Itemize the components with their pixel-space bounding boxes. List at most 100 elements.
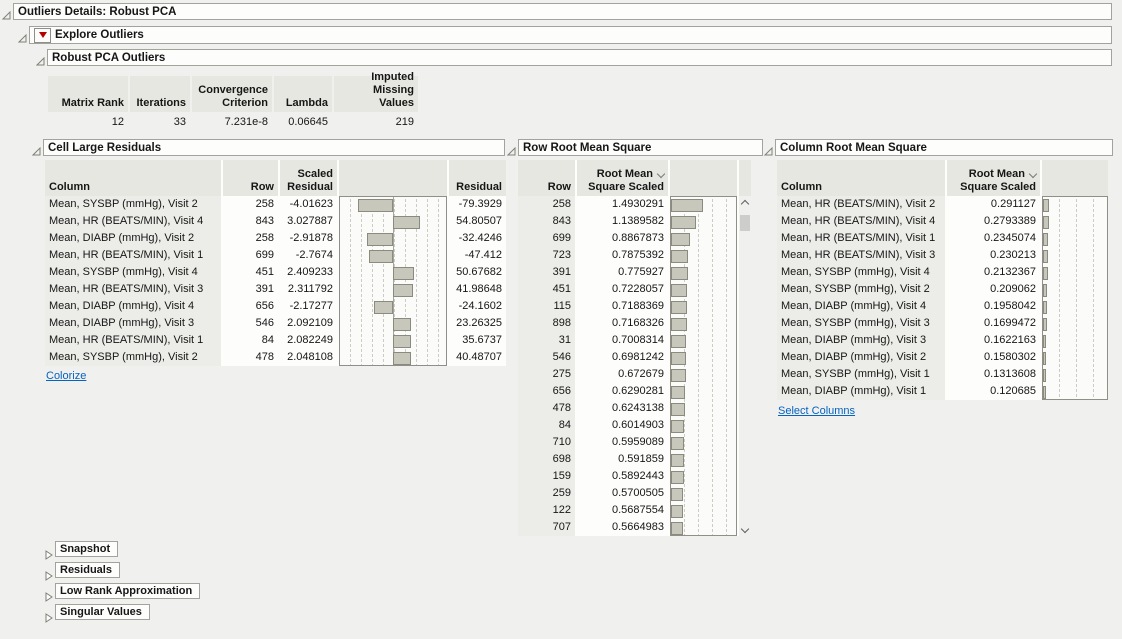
scrollbar-thumb[interactable] <box>740 215 750 231</box>
table-cell[interactable]: 0.7228057 <box>577 281 668 298</box>
rms-bar[interactable] <box>1043 233 1048 246</box>
table-cell[interactable]: 122 <box>518 502 575 519</box>
table-cell[interactable]: 275 <box>518 366 575 383</box>
rms-bar[interactable] <box>671 369 686 382</box>
table-cell[interactable]: Mean, SYSBP (mmHg), Visit 1 <box>777 366 945 383</box>
table-cell[interactable]: 699 <box>518 230 575 247</box>
residual-bar[interactable] <box>393 284 413 297</box>
table-cell[interactable]: Mean, DIABP (mmHg), Visit 3 <box>45 315 221 332</box>
rms-bar[interactable] <box>1043 301 1047 314</box>
rms-bar[interactable] <box>671 318 687 331</box>
table-cell[interactable]: 0.5700505 <box>577 485 668 502</box>
rms-bar[interactable] <box>671 454 684 467</box>
robust-pca-outliers-title-bar[interactable]: Robust PCA Outliers <box>47 49 1112 66</box>
vertical-scrollbar[interactable] <box>739 196 751 536</box>
disclosure-open-icon[interactable] <box>507 143 516 152</box>
table-cell[interactable]: -2.17277 <box>280 298 337 315</box>
table-cell[interactable]: 451 <box>223 264 278 281</box>
table-cell[interactable]: 0.230213 <box>947 247 1040 264</box>
table-cell[interactable]: Mean, HR (BEATS/MIN), Visit 1 <box>45 247 221 264</box>
rms-bar[interactable] <box>671 335 686 348</box>
rms-bar[interactable] <box>671 471 684 484</box>
row-rms-title-bar[interactable]: Row Root Mean Square <box>518 139 763 156</box>
table-cell[interactable]: Mean, SYSBP (mmHg), Visit 4 <box>45 264 221 281</box>
rms-bar[interactable] <box>671 233 690 246</box>
table-cell[interactable]: 3.027887 <box>280 213 337 230</box>
table-cell[interactable]: 710 <box>518 434 575 451</box>
table-cell[interactable]: 41.98648 <box>449 281 506 298</box>
table-cell[interactable]: 0.672679 <box>577 366 668 383</box>
rms-bar[interactable] <box>671 420 684 433</box>
table-cell[interactable]: 0.6243138 <box>577 400 668 417</box>
table-cell[interactable]: 2.092109 <box>280 315 337 332</box>
table-cell[interactable]: 0.591859 <box>577 451 668 468</box>
table-cell[interactable]: Mean, HR (BEATS/MIN), Visit 1 <box>777 230 945 247</box>
table-cell[interactable]: 0.1699472 <box>947 315 1040 332</box>
disclosure-open-icon[interactable] <box>2 7 11 16</box>
scroll-down-button[interactable] <box>739 524 751 536</box>
table-cell[interactable]: 0.7008314 <box>577 332 668 349</box>
scroll-up-button[interactable] <box>739 196 751 208</box>
table-cell[interactable]: 2.409233 <box>280 264 337 281</box>
table-cell[interactable]: 2.048108 <box>280 349 337 366</box>
table-cell[interactable]: 0.7188369 <box>577 298 668 315</box>
table-cell[interactable]: -47.412 <box>449 247 506 264</box>
cell-large-residuals-title-bar[interactable]: Cell Large Residuals <box>43 139 505 156</box>
disclosure-collapsed-icon[interactable] <box>44 547 53 556</box>
table-cell[interactable]: 35.6737 <box>449 332 506 349</box>
table-cell[interactable]: -2.91878 <box>280 230 337 247</box>
table-cell[interactable]: 0.2132367 <box>947 264 1040 281</box>
rms-bar[interactable] <box>1043 250 1048 263</box>
rms-bar[interactable] <box>1043 335 1046 348</box>
table-cell[interactable]: 159 <box>518 468 575 485</box>
explore-outliers-title-bar[interactable]: Explore Outliers <box>29 26 1112 44</box>
rms-bar[interactable] <box>1043 386 1046 399</box>
rms-bar[interactable] <box>671 386 685 399</box>
sort-chevron-icon[interactable] <box>657 169 665 177</box>
table-cell[interactable]: 656 <box>518 383 575 400</box>
table-cell[interactable]: 0.1580302 <box>947 349 1040 366</box>
rms-bar[interactable] <box>1043 352 1046 365</box>
residual-bar[interactable] <box>393 267 414 280</box>
table-cell[interactable]: 1.4930291 <box>577 196 668 213</box>
disclosure-open-icon[interactable] <box>32 143 41 152</box>
table-cell[interactable]: 478 <box>223 349 278 366</box>
collapsed-panel-title-bar[interactable]: Residuals <box>55 562 120 578</box>
table-cell[interactable]: Mean, HR (BEATS/MIN), Visit 4 <box>45 213 221 230</box>
table-cell[interactable]: 391 <box>223 281 278 298</box>
table-cell[interactable]: Mean, HR (BEATS/MIN), Visit 4 <box>777 213 945 230</box>
table-cell[interactable]: 115 <box>518 298 575 315</box>
residual-bar[interactable] <box>358 199 393 212</box>
table-cell[interactable]: 259 <box>518 485 575 502</box>
table-cell[interactable]: -24.1602 <box>449 298 506 315</box>
colorize-link[interactable]: Colorize <box>46 370 86 382</box>
rms-bar[interactable] <box>671 352 686 365</box>
table-cell[interactable]: Mean, SYSBP (mmHg), Visit 4 <box>777 264 945 281</box>
table-cell[interactable]: Mean, SYSBP (mmHg), Visit 2 <box>45 196 221 213</box>
table-cell[interactable]: 0.7168326 <box>577 315 668 332</box>
rms-bar[interactable] <box>1043 369 1046 382</box>
table-cell[interactable]: -2.7674 <box>280 247 337 264</box>
col-rms-title-bar[interactable]: Column Root Mean Square <box>775 139 1113 156</box>
rms-bar[interactable] <box>671 488 683 501</box>
disclosure-open-icon[interactable] <box>18 30 27 39</box>
table-cell[interactable]: 656 <box>223 298 278 315</box>
column-header[interactable]: Root MeanSquare Scaled <box>947 160 1040 196</box>
table-cell[interactable]: Mean, SYSBP (mmHg), Visit 3 <box>777 315 945 332</box>
table-cell[interactable]: 0.2345074 <box>947 230 1040 247</box>
table-cell[interactable]: 258 <box>518 196 575 213</box>
table-cell[interactable]: 0.6014903 <box>577 417 668 434</box>
table-cell[interactable]: 843 <box>518 213 575 230</box>
rms-bar[interactable] <box>1043 318 1047 331</box>
table-cell[interactable]: 50.67682 <box>449 264 506 281</box>
rms-bar[interactable] <box>671 505 683 518</box>
rms-bar[interactable] <box>1043 199 1049 212</box>
rms-bar[interactable] <box>671 267 688 280</box>
sort-chevron-icon[interactable] <box>1029 169 1037 177</box>
table-cell[interactable]: Mean, DIABP (mmHg), Visit 4 <box>45 298 221 315</box>
table-cell[interactable]: 2.082249 <box>280 332 337 349</box>
rms-bar[interactable] <box>671 216 696 229</box>
disclosure-open-icon[interactable] <box>36 53 45 62</box>
table-cell[interactable]: 546 <box>518 349 575 366</box>
rms-bar[interactable] <box>671 199 703 212</box>
